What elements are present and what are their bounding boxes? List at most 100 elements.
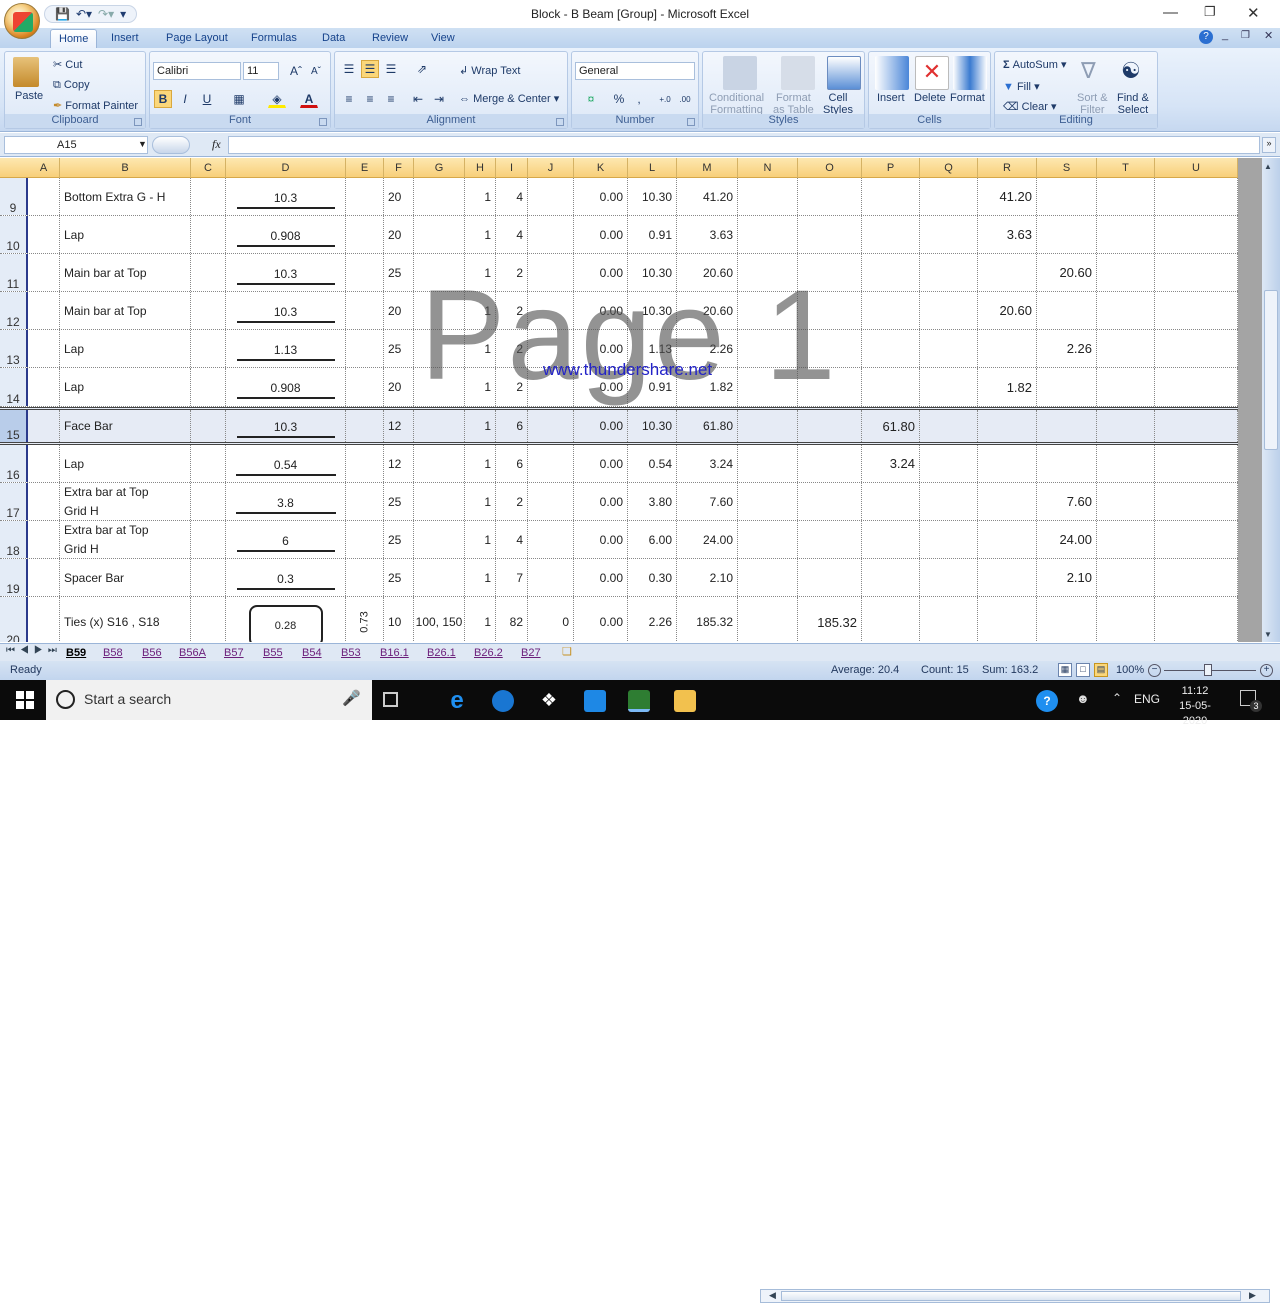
alignment-dialog-launcher[interactable] (556, 118, 564, 126)
cell-o18[interactable] (798, 521, 862, 558)
align-left-icon[interactable]: ≡ (340, 90, 358, 108)
cell-g17[interactable] (414, 483, 465, 520)
cut-button[interactable]: ✂ Cut (53, 58, 82, 71)
cell-c11[interactable] (191, 254, 226, 291)
cell-i18[interactable]: 4 (496, 521, 528, 558)
sheet-tab-b27[interactable]: B27 (517, 644, 545, 662)
cell-p10[interactable] (862, 216, 920, 253)
cell-t12[interactable] (1097, 292, 1155, 329)
sheet-tab-b26-1[interactable]: B26.1 (423, 644, 460, 662)
cell-t19[interactable] (1097, 559, 1155, 596)
column-header-g[interactable]: G (414, 158, 465, 178)
insert-sheet-icon[interactable]: ❏ (562, 645, 572, 658)
paste-icon[interactable] (13, 57, 39, 87)
insert-cells-icon[interactable] (875, 56, 909, 90)
cell-n20[interactable] (738, 597, 798, 642)
row-header[interactable]: 18 (0, 521, 28, 558)
italic-button[interactable]: I (176, 90, 194, 108)
undo-icon[interactable]: ↶▾ (76, 7, 92, 21)
borders-icon[interactable]: ▦ (230, 90, 248, 108)
cell-c12[interactable] (191, 292, 226, 329)
sheet-tab-b54[interactable]: B54 (298, 644, 326, 662)
cell-h19[interactable]: 1 (465, 559, 496, 596)
number-format-select[interactable]: General (575, 62, 695, 80)
cell-a18[interactable] (28, 521, 60, 558)
cell-o10[interactable] (798, 216, 862, 253)
cell-p17[interactable] (862, 483, 920, 520)
align-middle-icon[interactable]: ☰ (361, 60, 379, 78)
cell-a14[interactable] (28, 368, 60, 406)
cell-f19[interactable]: 25 (384, 559, 414, 596)
cell-o19[interactable] (798, 559, 862, 596)
column-header-n[interactable]: N (738, 158, 798, 178)
cell-h13[interactable]: 1 (465, 330, 496, 367)
language-indicator[interactable]: ENG (1134, 692, 1160, 706)
cell-a19[interactable] (28, 559, 60, 596)
cell-d17[interactable]: 3.8 (226, 483, 346, 520)
horizontal-scrollbar[interactable]: ◀ ▶ (760, 1289, 1270, 1303)
cell-i12[interactable]: 2 (496, 292, 528, 329)
sheet-tab-b59[interactable]: B59 (62, 644, 90, 662)
ribbon-minimize-button[interactable]: _ (1222, 29, 1228, 41)
cell-r13[interactable] (978, 330, 1037, 367)
cell-o11[interactable] (798, 254, 862, 291)
cell-n19[interactable] (738, 559, 798, 596)
cell-c18[interactable] (191, 521, 226, 558)
cell-m20[interactable]: 185.32 (677, 597, 738, 642)
column-header-q[interactable]: Q (920, 158, 978, 178)
cell-l15[interactable]: 10.30 (628, 410, 677, 442)
cell-l16[interactable]: 0.54 (628, 445, 677, 482)
cell-j11[interactable] (528, 254, 574, 291)
cell-c13[interactable] (191, 330, 226, 367)
cell-s17[interactable]: 7.60 (1037, 483, 1097, 520)
media-player-icon[interactable] (492, 690, 514, 712)
cell-u13[interactable] (1155, 330, 1238, 367)
cell-o20[interactable]: 185.32 (798, 597, 862, 642)
cell-r16[interactable] (978, 445, 1037, 482)
cell-s18[interactable]: 24.00 (1037, 521, 1097, 558)
cell-f9[interactable]: 20 (384, 178, 414, 215)
column-header-t[interactable]: T (1097, 158, 1155, 178)
font-name-select[interactable]: Calibri (153, 62, 241, 80)
worksheet-grid[interactable]: 9 Bottom Extra G - H 10.3 20 1 4 0.00 10.30 41.2… (0, 178, 1238, 642)
row-header[interactable]: 15 (0, 410, 28, 442)
cell-t17[interactable] (1097, 483, 1155, 520)
delete-cells-icon[interactable]: ✕ (915, 56, 949, 90)
cell-t14[interactable] (1097, 368, 1155, 406)
cell-c10[interactable] (191, 216, 226, 253)
cell-styles-icon[interactable] (827, 56, 861, 90)
cell-u11[interactable] (1155, 254, 1238, 291)
column-header-a[interactable]: A (28, 158, 60, 178)
column-header-r[interactable]: R (978, 158, 1037, 178)
minimize-button[interactable]: — (1163, 4, 1178, 21)
cell-o9[interactable] (798, 178, 862, 215)
cell-q16[interactable] (920, 445, 978, 482)
cell-u17[interactable] (1155, 483, 1238, 520)
cell-r20[interactable] (978, 597, 1037, 642)
conditional-formatting-icon[interactable] (723, 56, 757, 90)
autosum-button[interactable]: Σ AutoSum ▾ (1003, 58, 1067, 71)
cell-h11[interactable]: 1 (465, 254, 496, 291)
column-header-f[interactable]: F (384, 158, 414, 178)
row-header[interactable]: 14 (0, 368, 28, 406)
cell-n12[interactable] (738, 292, 798, 329)
cell-m11[interactable]: 20.60 (677, 254, 738, 291)
cell-d18[interactable]: 6 (226, 521, 346, 558)
cell-d15[interactable]: 10.3 (226, 410, 346, 442)
column-header-m[interactable]: M (677, 158, 738, 178)
cell-s15[interactable] (1037, 410, 1097, 442)
copy-button[interactable]: ⧉ Copy (53, 79, 90, 92)
people-icon[interactable]: ☻ (1076, 691, 1090, 706)
decrease-indent-icon[interactable]: ⇤ (409, 90, 427, 108)
row-header[interactable]: 12 (0, 292, 28, 329)
cell-n16[interactable] (738, 445, 798, 482)
cell-n15[interactable] (738, 410, 798, 442)
cell-e19[interactable] (346, 559, 384, 596)
shrink-font-icon[interactable]: Aˇ (307, 62, 325, 80)
cell-f20[interactable]: 10 (384, 597, 414, 642)
column-header-l[interactable]: L (628, 158, 677, 178)
cell-i20[interactable]: 82 (496, 597, 528, 642)
cell-b15[interactable]: Face Bar (60, 410, 191, 442)
cell-a15[interactable] (28, 410, 60, 442)
cell-r19[interactable] (978, 559, 1037, 596)
